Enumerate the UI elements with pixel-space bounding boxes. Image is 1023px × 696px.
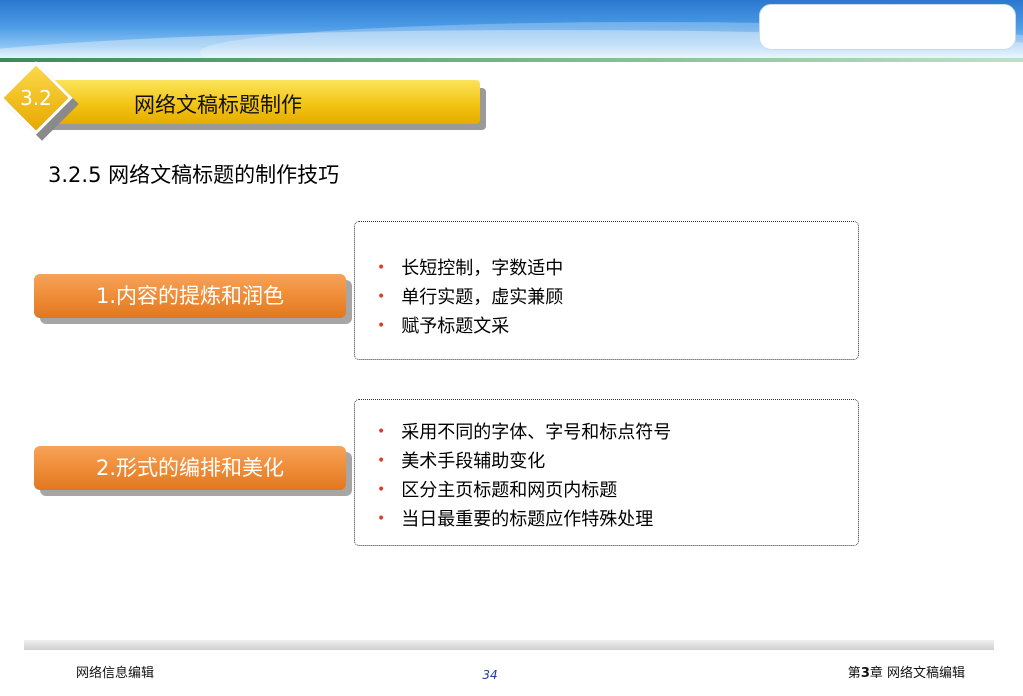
list-item: • 区分主页标题和网页内标题: [377, 480, 618, 501]
bullet-icon: •: [377, 318, 386, 334]
list-item: • 单行实题，虚实兼顾: [377, 287, 564, 308]
list-item: • 赋予标题文采: [377, 316, 510, 337]
banner-divider: [0, 58, 1023, 62]
footer-chapter: 第3章 网络文稿编辑: [847, 666, 965, 681]
bullet-icon: •: [377, 482, 386, 498]
group-items-box-2: • 采用不同的字体、字号和标点符号 • 美术手段辅助变化 • 区分主页标题和网页内标题…: [354, 399, 859, 546]
group-items-list-2: • 采用不同的字体、字号和标点符号 • 美术手段辅助变化 • 区分主页标题和网页内标题…: [377, 418, 671, 534]
list-item: • 采用不同的字体、字号和标点符号: [377, 422, 672, 443]
bullet-icon: •: [377, 260, 386, 276]
bullet-icon: •: [377, 511, 386, 527]
list-item: • 长短控制，字数适中: [377, 258, 564, 279]
section-title: 网络文稿标题制作: [134, 93, 302, 117]
bullet-icon: •: [377, 424, 386, 440]
section-number: 3.2: [20, 86, 52, 110]
footer-course-name: 网络信息编辑: [76, 666, 155, 681]
footer-bar: [24, 640, 994, 650]
list-item: • 美术手段辅助变化: [377, 451, 546, 472]
bullet-icon: •: [377, 453, 386, 469]
page-number: 34: [482, 668, 498, 682]
group-label-2: 2.形式的编排和美化: [34, 446, 346, 490]
group-items-box-1: • 长短控制，字数适中 • 单行实题，虚实兼顾 • 赋予标题文采: [354, 221, 859, 360]
group-label-1: 1.内容的提炼和润色: [34, 274, 346, 318]
bullet-icon: •: [377, 289, 386, 305]
subheading: 3.2.5 网络文稿标题的制作技巧: [48, 163, 340, 187]
top-banner: [0, 0, 1023, 58]
banner-blank-box: [759, 4, 1016, 50]
group-items-list-1: • 长短控制，字数适中 • 单行实题，虚实兼顾 • 赋予标题文采: [377, 254, 563, 341]
list-item: • 当日最重要的标题应作特殊处理: [377, 509, 654, 530]
